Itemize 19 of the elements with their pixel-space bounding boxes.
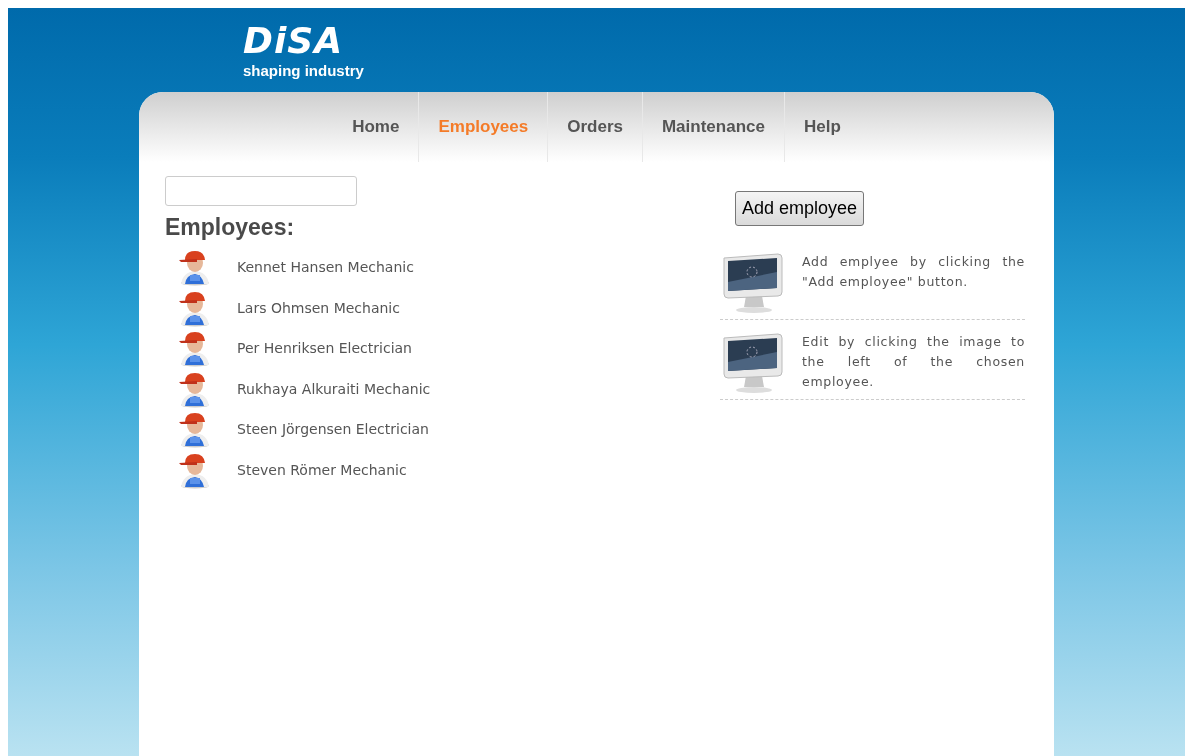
section-heading: Employees: (165, 214, 296, 241)
nav-tab[interactable]: Help (783, 92, 860, 162)
employee-name: Lars Ohmsen Mechanic (237, 299, 400, 316)
employee-name: Steven Römer Mechanic (237, 461, 407, 478)
logo-text: DiSA (243, 21, 343, 60)
employee-name: Steen Jörgensen Electrician (237, 421, 429, 438)
nav-tab[interactable]: Home (333, 92, 419, 162)
nav-tab[interactable]: Orders (547, 92, 642, 162)
employee-name: Kennet Hansen Mechanic (237, 259, 414, 276)
monitor-icon (720, 332, 784, 394)
search-field[interactable] (165, 176, 357, 206)
employee-name: Rukhaya Alkuraiti Mechanic (237, 380, 431, 397)
help-text: Edit by clicking the image to the left of the chosen employee. (802, 333, 1025, 391)
monitor-icon (720, 252, 784, 314)
nav-tab[interactable]: Maintenance (641, 92, 784, 162)
logo-tagline: shaping industry (243, 61, 364, 79)
employee-name: Per Henriksen Electrician (237, 340, 412, 357)
add-employee-button[interactable]: Add employee (735, 191, 865, 226)
help-text: Add emplyee by clicking the "Add employee" button. (802, 253, 1025, 291)
